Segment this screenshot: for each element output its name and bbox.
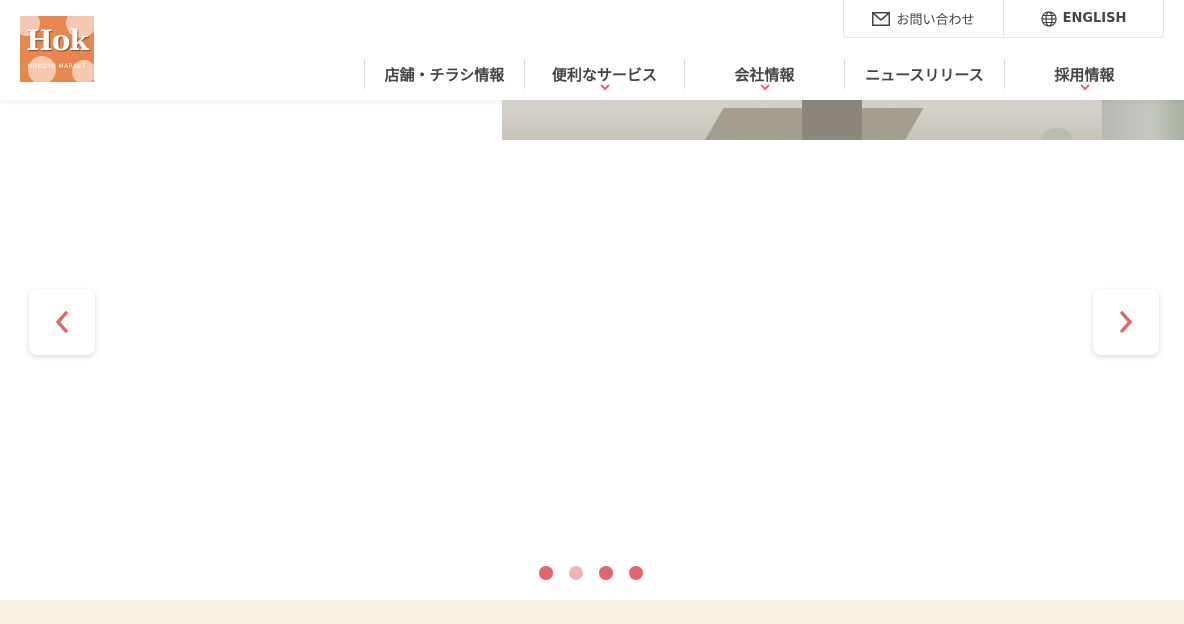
mail-icon <box>872 11 891 26</box>
chevron-left-icon <box>56 311 68 333</box>
carousel-dot-3[interactable] <box>599 566 613 580</box>
chevron-down-icon <box>1079 84 1090 91</box>
carousel-next-button[interactable] <box>1093 289 1159 355</box>
logo-subtext: HOKUYU MARKET <box>27 63 87 70</box>
chevron-down-icon <box>759 84 770 91</box>
site-logo[interactable]: Hok HOKUYU MARKET <box>20 16 94 82</box>
nav-item-news[interactable]: ニュースリリース <box>844 59 1004 89</box>
globe-icon <box>1040 10 1057 27</box>
contact-label: お問い合わせ <box>896 13 975 28</box>
carousel-dot-2[interactable] <box>569 566 583 580</box>
language-label: ENGLISH <box>1062 11 1127 26</box>
nav-item-label: 便利なサービス <box>551 65 657 84</box>
main-nav: 店舗・チラシ情報 便利なサービス 会社情報 ニュースリリース 採用情報 <box>364 59 1164 91</box>
nav-item-label: 採用情報 <box>1054 65 1115 84</box>
logo-text: Hok <box>26 24 89 57</box>
hero-next-slide-peek <box>1102 100 1184 140</box>
nav-item-company[interactable]: 会社情報 <box>684 59 844 91</box>
carousel-dot-1[interactable] <box>539 566 553 580</box>
nav-item-label: ニュースリリース <box>865 65 984 84</box>
hero-image-detail <box>802 100 862 140</box>
contact-link[interactable]: お問い合わせ <box>844 0 1003 37</box>
language-link[interactable]: ENGLISH <box>1003 0 1163 37</box>
site-header: Hok HOKUYU MARKET お問い合わせ ENGLISH 店舗・チラシ情… <box>0 0 1184 100</box>
carousel-prev-button[interactable] <box>29 289 95 355</box>
chevron-down-icon <box>599 84 610 91</box>
nav-item-stores-flyers[interactable]: 店舗・チラシ情報 <box>364 59 524 89</box>
carousel-dot-4[interactable] <box>629 566 643 580</box>
nav-item-label: 会社情報 <box>734 65 795 84</box>
hero-slide-image <box>502 100 1102 140</box>
section-band <box>0 600 1184 624</box>
nav-item-recruit[interactable]: 採用情報 <box>1004 59 1164 91</box>
carousel-pagination <box>539 566 643 580</box>
chevron-right-icon <box>1120 311 1132 333</box>
utility-bar: お問い合わせ ENGLISH <box>843 0 1164 38</box>
hero-image-detail <box>1042 128 1072 140</box>
nav-item-label: 店舗・チラシ情報 <box>384 65 505 84</box>
nav-item-services[interactable]: 便利なサービス <box>524 59 684 91</box>
